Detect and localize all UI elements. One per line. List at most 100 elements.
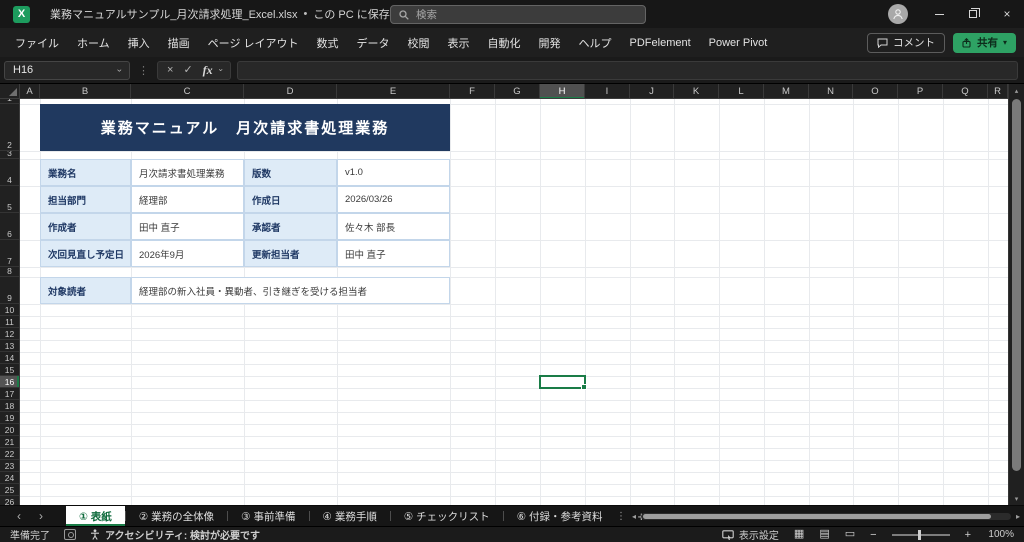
name-box[interactable]: H16 › xyxy=(4,61,130,80)
share-button[interactable]: 共有 ▾ xyxy=(953,33,1016,53)
zoom-percentage[interactable]: 100% xyxy=(986,529,1014,540)
info-cell-row5-col4[interactable]: 2026/03/26 xyxy=(337,186,450,213)
info-cell-row5-col2[interactable]: 経理部 xyxy=(131,186,244,213)
row-header-8[interactable]: 8 xyxy=(0,267,19,277)
info-cell-row5-col3[interactable]: 作成日 xyxy=(244,186,337,213)
title-banner-cell[interactable]: 業務マニュアル 月次請求書処理業務 xyxy=(40,104,450,151)
info-cell-row5-col1[interactable]: 担当部門 xyxy=(40,186,131,213)
select-all-corner[interactable] xyxy=(0,84,20,99)
column-header-O[interactable]: O xyxy=(853,84,898,99)
insert-function-icon[interactable]: fx xyxy=(203,64,213,76)
page-break-view-button[interactable]: ▭ xyxy=(845,529,855,540)
column-header-B[interactable]: B xyxy=(40,84,131,99)
ribbon-tab-4[interactable]: 描画 xyxy=(159,28,199,57)
row-header-21[interactable]: 21 xyxy=(0,436,19,448)
share-dropdown-icon[interactable]: ▾ xyxy=(1003,38,1007,47)
row-header-9[interactable]: 9 xyxy=(0,277,19,304)
row-header-17[interactable]: 17 xyxy=(0,388,19,400)
row-header-23[interactable]: 23 xyxy=(0,460,19,472)
minimize-button[interactable] xyxy=(922,0,956,28)
ribbon-tab-12[interactable]: ヘルプ xyxy=(570,28,621,57)
row-header-13[interactable]: 13 xyxy=(0,340,19,352)
ribbon-tab-1[interactable]: ファイル xyxy=(6,28,68,57)
info-cell-row7-col4[interactable]: 田中 直子 xyxy=(337,240,450,267)
display-settings-button[interactable]: 表示設定 xyxy=(722,527,779,542)
column-header-D[interactable]: D xyxy=(244,84,337,99)
zoom-out-button[interactable]: − xyxy=(870,529,876,541)
column-header-C[interactable]: C xyxy=(131,84,244,99)
zoom-slider-thumb[interactable] xyxy=(918,530,921,540)
column-header-I[interactable]: I xyxy=(585,84,630,99)
cells-area[interactable]: 業務マニュアル 月次請求書処理業務業務名月次請求書処理業務版数v1.0担当部門経… xyxy=(20,99,1008,506)
scroll-up-icon[interactable]: ▴ xyxy=(1009,85,1024,97)
column-header-G[interactable]: G xyxy=(495,84,540,99)
info-cell-row4-col3[interactable]: 版数 xyxy=(244,159,337,186)
info-cell-row7-col3[interactable]: 更新担当者 xyxy=(244,240,337,267)
name-box-dropdown-icon[interactable]: › xyxy=(115,69,124,72)
info-cell-row7-col2[interactable]: 2026年9月 xyxy=(131,240,244,267)
ribbon-tab-9[interactable]: 表示 xyxy=(439,28,479,57)
ribbon-tab-5[interactable]: ページ レイアウト xyxy=(199,28,308,57)
comment-button[interactable]: コメント xyxy=(867,33,945,53)
macro-record-icon[interactable] xyxy=(64,529,76,540)
horizontal-scrollbar[interactable]: ◂ ▸ xyxy=(632,506,1020,527)
row-header-3[interactable]: 3 xyxy=(0,151,19,159)
sheet-tab-2[interactable]: ② 業務の全体像 xyxy=(126,506,227,526)
sheet-nav-next-icon[interactable]: › xyxy=(30,506,52,526)
ribbon-tab-6[interactable]: 数式 xyxy=(308,28,348,57)
selected-cell-H16[interactable] xyxy=(539,375,586,389)
info-cell-row6-col2[interactable]: 田中 直子 xyxy=(131,213,244,240)
row-header-10[interactable]: 10 xyxy=(0,304,19,316)
scroll-down-icon[interactable]: ▾ xyxy=(1009,493,1024,505)
accessibility-status[interactable]: アクセシビリティ: 検討が必要です xyxy=(90,527,260,542)
column-header-R[interactable]: R xyxy=(988,84,1008,99)
horizontal-scroll-track[interactable] xyxy=(641,513,1011,520)
restore-button[interactable] xyxy=(956,0,990,28)
close-button[interactable]: × xyxy=(990,0,1024,28)
column-header-H[interactable]: H xyxy=(540,84,585,99)
scroll-left-icon[interactable]: ◂ xyxy=(632,512,636,521)
sheet-tab-1[interactable]: ① 表紙 xyxy=(66,506,125,526)
row-header-24[interactable]: 24 xyxy=(0,472,19,484)
vertical-scrollbar[interactable]: ▴ ▾ xyxy=(1008,84,1024,506)
row-header-19[interactable]: 19 xyxy=(0,412,19,424)
row-header-6[interactable]: 6 xyxy=(0,213,19,240)
column-header-A[interactable]: A xyxy=(20,84,40,99)
ribbon-tab-7[interactable]: データ xyxy=(348,28,399,57)
info-cell-row6-col4[interactable]: 佐々木 部長 xyxy=(337,213,450,240)
row-header-5[interactable]: 5 xyxy=(0,186,19,213)
info-cell-row4-col4[interactable]: v1.0 xyxy=(337,159,450,186)
horizontal-scroll-thumb[interactable] xyxy=(643,514,991,519)
document-title[interactable]: 業務マニュアルサンプル_月次請求処理_Excel.xlsx • この PC に保… xyxy=(50,6,422,22)
row-header-18[interactable]: 18 xyxy=(0,400,19,412)
scroll-right-icon[interactable]: ▸ xyxy=(1016,512,1020,521)
ribbon-tab-13[interactable]: PDFelement xyxy=(621,28,700,57)
row-header-25[interactable]: 25 xyxy=(0,484,19,496)
column-header-M[interactable]: M xyxy=(764,84,809,99)
row-header-16[interactable]: 16 xyxy=(0,376,19,388)
column-header-P[interactable]: P xyxy=(898,84,943,99)
ribbon-tab-14[interactable]: Power Pivot xyxy=(700,28,777,57)
row-header-15[interactable]: 15 xyxy=(0,364,19,376)
zoom-slider[interactable] xyxy=(892,529,950,541)
column-header-E[interactable]: E xyxy=(337,84,450,99)
excel-logo-icon[interactable]: X xyxy=(13,6,30,23)
ribbon-tab-8[interactable]: 校閲 xyxy=(399,28,439,57)
row-header-7[interactable]: 7 xyxy=(0,240,19,267)
vertical-scroll-thumb[interactable] xyxy=(1012,99,1021,471)
enter-icon[interactable]: ✓ xyxy=(183,65,192,76)
row-header-2[interactable]: 2 xyxy=(0,104,19,151)
column-header-J[interactable]: J xyxy=(630,84,674,99)
info-cell-row7-col1[interactable]: 次回見直し予定日 xyxy=(40,240,131,267)
formula-input[interactable] xyxy=(237,61,1018,80)
info-cell-row4-col2[interactable]: 月次請求書処理業務 xyxy=(131,159,244,186)
audience-label-cell[interactable]: 対象読者 xyxy=(40,277,131,304)
ribbon-tab-10[interactable]: 自動化 xyxy=(479,28,530,57)
audience-value-cell[interactable]: 経理部の新入社員・異動者、引き継ぎを受ける担当者 xyxy=(131,277,450,304)
cancel-icon[interactable]: × xyxy=(167,65,173,76)
avatar[interactable] xyxy=(888,4,908,24)
ribbon-tab-11[interactable]: 開発 xyxy=(530,28,570,57)
function-dropdown-icon[interactable]: › xyxy=(216,69,224,72)
info-cell-row6-col1[interactable]: 作成者 xyxy=(40,213,131,240)
row-header-22[interactable]: 22 xyxy=(0,448,19,460)
